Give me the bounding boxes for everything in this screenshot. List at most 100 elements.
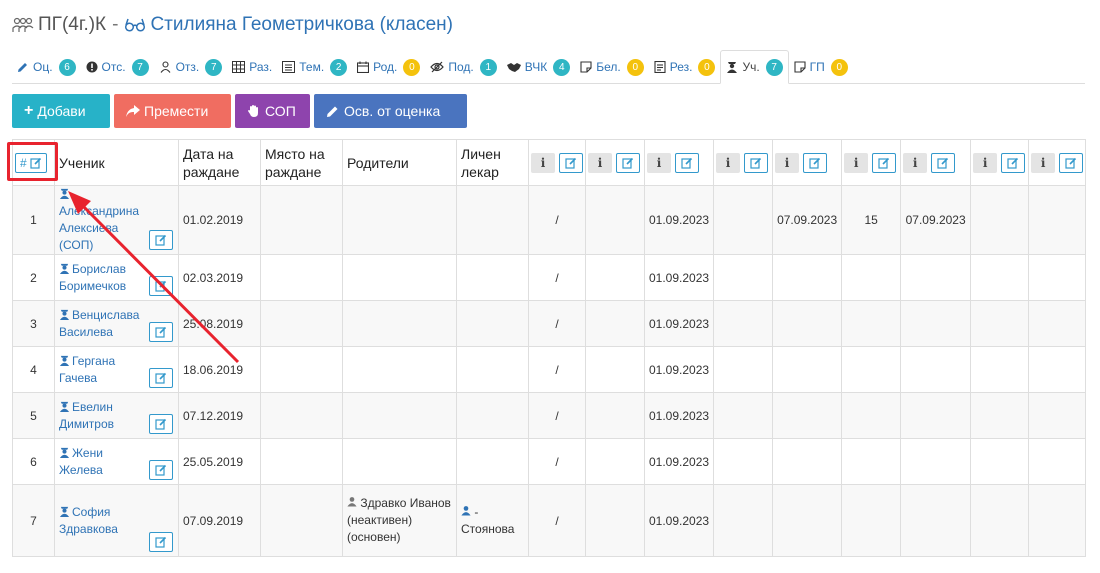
share-icon (126, 105, 140, 117)
info-icon[interactable]: i (844, 152, 869, 173)
edit-student-icon[interactable] (149, 460, 173, 480)
header-birth-date: Дата на раждане (178, 139, 261, 186)
student-cell: Евелин Димитров (54, 392, 179, 439)
edit-icon[interactable] (1059, 152, 1084, 173)
exempt-from-grade-button[interactable]: Осв. от оценка (314, 94, 467, 128)
sop-button[interactable]: СОП (235, 94, 310, 128)
header-extra-4: i (713, 139, 774, 186)
birth-date: 25.05.2019 (178, 438, 261, 485)
extra-cell-4 (713, 300, 774, 347)
page-title: ПГ(4г.)К - Стилияна Геометричкова (класе… (12, 12, 453, 38)
student-icon (59, 263, 70, 274)
extra-cell-3: 01.09.2023 (643, 484, 715, 557)
edit-icon[interactable] (931, 152, 956, 173)
info-icon[interactable]: i (775, 152, 800, 173)
extra-cell-2 (585, 185, 645, 255)
tab-3[interactable]: Отз. 7 (154, 50, 228, 84)
add-button[interactable]: + Добави (12, 94, 110, 128)
tab-label: Отс. (101, 60, 126, 74)
extra-cell-9 (1028, 346, 1087, 393)
extra-cell-2 (585, 484, 645, 557)
info-icon[interactable]: i (903, 152, 928, 173)
tab-4[interactable]: Раз. (227, 50, 277, 84)
student-icon (59, 355, 70, 366)
tab-5[interactable]: Тем. 2 (277, 50, 352, 84)
parents-cell (342, 254, 457, 301)
student-icon (59, 309, 70, 320)
tab-11[interactable]: Уч. 7 (720, 50, 789, 84)
info-icon[interactable]: i (1031, 152, 1056, 173)
header-student: Ученик (54, 139, 179, 186)
edit-icon[interactable] (1001, 152, 1026, 173)
tab-7[interactable]: Под. 1 (425, 50, 501, 84)
parent-icon (347, 497, 357, 507)
table-row: 2 Борислав Боримечков 02.03.2019 / 01.09.202… (12, 254, 1087, 301)
header-extra-8: i (970, 139, 1030, 186)
number-edit-button[interactable]: # (15, 152, 47, 173)
header-extra-5: i (772, 139, 843, 186)
edit-icon[interactable] (802, 152, 827, 173)
extra-cell-1: / (528, 300, 586, 347)
extra-cell-9 (1028, 484, 1087, 557)
birth-place (260, 300, 343, 347)
move-button[interactable]: Премести (114, 94, 231, 128)
edit-icon[interactable] (558, 152, 583, 173)
edit-student-icon[interactable] (149, 230, 173, 250)
birth-date: 07.09.2019 (178, 484, 261, 557)
edit-icon[interactable] (872, 152, 897, 173)
info-icon[interactable]: i (716, 152, 741, 173)
edit-student-icon[interactable] (149, 414, 173, 434)
header-birth-place: Място на раждане (260, 139, 343, 186)
header-doctor: Личен лекар (456, 139, 529, 186)
tab-9[interactable]: Бел. 0 (575, 50, 649, 84)
edit-student-icon[interactable] (149, 276, 173, 296)
tab-1[interactable]: Оц. 6 (12, 50, 81, 84)
header-parents: Родители (342, 139, 457, 186)
info-icon[interactable]: i (531, 152, 555, 173)
edit-icon[interactable] (615, 152, 640, 173)
extra-cell-2 (585, 300, 645, 347)
edit-student-icon[interactable] (149, 368, 173, 388)
parents-cell (342, 185, 457, 255)
teacher-link[interactable]: Стилияна Геометричкова (класен) (150, 14, 453, 36)
info-icon[interactable]: i (647, 152, 671, 173)
tab-8[interactable]: ВЧК 4 (502, 50, 575, 84)
edit-student-icon[interactable] (149, 532, 173, 552)
extra-cell-6 (841, 438, 902, 485)
tab-12[interactable]: ГП 0 (789, 50, 853, 84)
pencil-icon (327, 106, 338, 117)
tab-label: ВЧК (524, 60, 548, 74)
extra-cell-7: 07.09.2023 (900, 185, 972, 255)
tab-bar: Оц. 6 Отс. 7 Отз. 7 Раз. Тем. 2 Род. 0 Под. 1 ВЧК 4 Бел… (12, 48, 1085, 84)
birth-place (260, 346, 343, 393)
extra-cell-9 (1028, 300, 1087, 347)
exclamation-circle-icon (86, 61, 102, 73)
doctor-icon (461, 505, 471, 515)
student-cell: Гергана Гачева (54, 346, 179, 393)
parents-cell: Здравко Иванов (неактивен) (основен) (342, 484, 457, 557)
info-icon[interactable]: i (973, 152, 998, 173)
extra-cell-7 (900, 392, 972, 439)
student-cell: Борислав Боримечков (54, 254, 179, 301)
extra-cell-5 (772, 392, 843, 439)
handshake-icon (506, 61, 525, 73)
extra-cell-6 (841, 484, 902, 557)
count-badge: 0 (698, 58, 716, 76)
tab-10[interactable]: Рез. 0 (649, 50, 721, 84)
extra-cell-7 (900, 484, 972, 557)
edit-student-icon[interactable] (149, 322, 173, 342)
extra-cell-1: / (528, 438, 586, 485)
count-badge: 0 (403, 58, 421, 76)
title-separator: - (112, 14, 119, 35)
tab-label: Оц. (33, 60, 53, 74)
edit-icon[interactable] (674, 152, 699, 173)
tab-6[interactable]: Род. 0 (352, 50, 425, 84)
info-icon[interactable]: i (588, 152, 612, 173)
birth-date: 25.08.2019 (178, 300, 261, 347)
extra-cell-7 (900, 254, 972, 301)
tab-2[interactable]: Отс. 7 (81, 50, 154, 84)
doctor-cell[interactable]: - Стоянова (456, 484, 529, 557)
edit-icon[interactable] (743, 152, 768, 173)
extra-cell-1: / (528, 484, 586, 557)
table-row: 1 Александрина Алексиева (СОП) 01.02.2019 /… (12, 185, 1087, 255)
